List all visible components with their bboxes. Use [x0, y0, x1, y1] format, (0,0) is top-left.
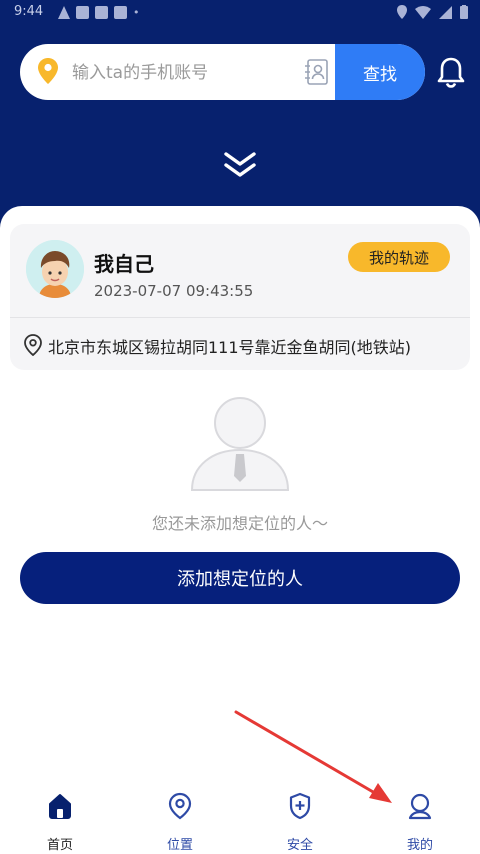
tab-location-label: 位置 [166, 838, 193, 853]
bottom-tab-bar: 首页 位置 安全 我的 [0, 788, 480, 854]
status-bar: 9:44 • [0, 0, 480, 26]
search-bar: 查找 [20, 44, 425, 100]
contacts-book-icon[interactable] [305, 59, 329, 85]
tab-location[interactable]: 位置 [140, 788, 220, 853]
location-status-icon [397, 5, 407, 19]
map-pin-icon [38, 58, 58, 84]
profile-name: 我自己 [94, 252, 154, 276]
profile-address: 北京市东城区锡拉胡同111号靠近金鱼胡同(地铁站) [48, 338, 412, 357]
tab-safety[interactable]: 安全 [260, 788, 340, 853]
avatar [26, 240, 84, 298]
my-track-button[interactable]: 我的轨迹 [348, 242, 450, 272]
self-location-card[interactable]: 我自己 2023-07-07 09:43:55 我的轨迹 北京市东城区锡拉胡同1… [10, 224, 470, 370]
home-icon [49, 794, 71, 819]
tab-mine[interactable]: 我的 [380, 788, 460, 853]
header-background [0, 0, 480, 230]
location-pin-icon [24, 334, 42, 356]
tab-home[interactable]: 首页 [20, 788, 100, 853]
tab-home-label: 首页 [46, 838, 73, 853]
wifi-icon [415, 5, 431, 19]
search-button[interactable]: 查找 [335, 44, 425, 100]
tab-safety-label: 安全 [286, 838, 313, 853]
user-icon [408, 793, 432, 820]
system-icons [397, 5, 468, 19]
notification-bell-icon[interactable] [436, 56, 466, 88]
signal-icon [439, 5, 452, 19]
empty-person-icon [190, 397, 290, 491]
status-time: 9:44 [14, 4, 44, 19]
add-person-button[interactable]: 添加想定位的人 [20, 552, 460, 604]
phone-search-input[interactable] [70, 56, 314, 90]
card-divider [10, 317, 470, 318]
notification-icons: • [58, 6, 140, 19]
expand-chevron-icon[interactable] [222, 150, 258, 180]
location-icon [168, 792, 192, 820]
profile-timestamp: 2023-07-07 09:43:55 [94, 282, 254, 300]
battery-icon [460, 5, 468, 19]
shield-icon [289, 792, 311, 820]
empty-state-message: 您还未添加想定位的人～ [151, 514, 328, 533]
tab-mine-label: 我的 [406, 838, 433, 853]
